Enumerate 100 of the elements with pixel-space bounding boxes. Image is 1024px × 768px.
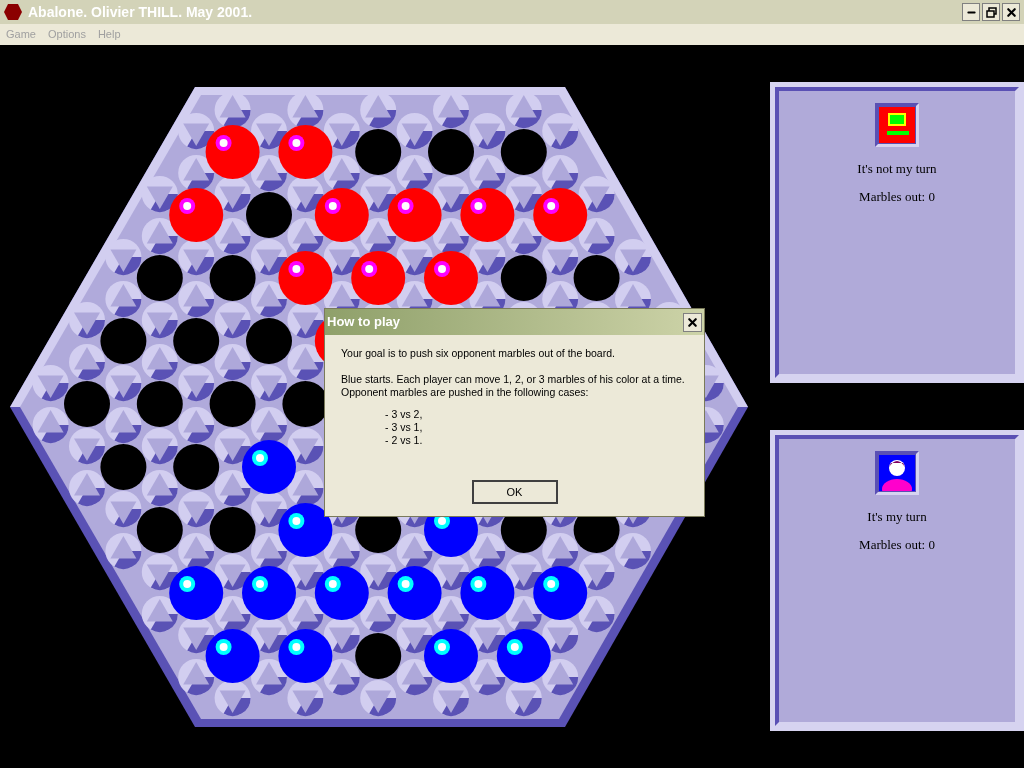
triangle-ornament-icon bbox=[105, 239, 142, 275]
triangle-ornament-icon bbox=[141, 344, 178, 380]
triangle-ornament-icon bbox=[214, 92, 251, 128]
triangle-ornament-icon bbox=[141, 554, 178, 590]
board-hole[interactable] bbox=[136, 381, 183, 427]
triangle-ornament-icon bbox=[542, 155, 579, 191]
board-hole[interactable] bbox=[173, 444, 220, 490]
board-hole[interactable] bbox=[355, 129, 402, 175]
marble[interactable] bbox=[351, 251, 406, 305]
turn-status: It's my turn bbox=[867, 508, 927, 526]
triangle-ornament-icon bbox=[178, 491, 215, 527]
marble[interactable] bbox=[242, 566, 296, 620]
instruction-text: Your goal is to push six opponent marbles out of the board. bbox=[341, 347, 616, 360]
marble[interactable] bbox=[387, 188, 442, 242]
triangle-ornament-icon bbox=[69, 344, 105, 380]
board-hole[interactable] bbox=[64, 381, 110, 427]
triangle-ornament-icon bbox=[141, 428, 178, 464]
close-button[interactable] bbox=[1002, 3, 1020, 21]
board-hole[interactable] bbox=[573, 255, 620, 301]
ok-button[interactable]: OK bbox=[471, 480, 558, 504]
marble[interactable] bbox=[424, 629, 478, 683]
board-hole[interactable] bbox=[100, 444, 147, 490]
triangle-ornament-icon bbox=[178, 281, 215, 317]
triangle-ornament-icon bbox=[105, 533, 142, 569]
dialog-title: How to play bbox=[327, 313, 400, 332]
board-hole[interactable] bbox=[100, 318, 147, 364]
board-hole[interactable] bbox=[136, 255, 183, 301]
triangle-ornament-icon bbox=[287, 680, 324, 716]
marble[interactable] bbox=[533, 188, 588, 242]
triangle-ornament-icon bbox=[505, 680, 542, 716]
marble[interactable] bbox=[169, 566, 224, 620]
marble[interactable] bbox=[278, 629, 333, 683]
marble[interactable] bbox=[460, 566, 515, 620]
board-hole[interactable] bbox=[246, 318, 292, 364]
marble[interactable] bbox=[314, 188, 369, 242]
triangle-ornament-icon bbox=[251, 407, 287, 443]
marble[interactable] bbox=[387, 566, 442, 620]
triangle-ornament-icon bbox=[141, 218, 178, 254]
triangle-ornament-icon bbox=[105, 407, 142, 443]
triangle-ornament-icon bbox=[141, 302, 178, 338]
triangle-ornament-icon bbox=[578, 554, 615, 590]
marble[interactable] bbox=[205, 125, 260, 179]
push-case: - 3 vs 2, bbox=[385, 408, 424, 421]
triangle-ornament-icon bbox=[69, 428, 105, 464]
triangle-ornament-icon bbox=[69, 470, 105, 506]
triangle-ornament-icon bbox=[178, 407, 215, 443]
marble[interactable] bbox=[278, 251, 333, 305]
triangle-ornament-icon bbox=[178, 365, 215, 401]
marble[interactable] bbox=[242, 440, 296, 494]
window-title: Abalone. Olivier THILL. May 2001. bbox=[28, 2, 253, 22]
board-hole[interactable] bbox=[209, 507, 256, 553]
board-hole[interactable] bbox=[209, 381, 256, 427]
push-case: - 3 vs 1, bbox=[385, 421, 424, 434]
triangle-ornament-icon bbox=[360, 92, 397, 128]
triangle-ornament-icon bbox=[542, 113, 579, 149]
triangle-ornament-icon bbox=[141, 176, 178, 212]
marble[interactable] bbox=[533, 566, 588, 620]
marble[interactable] bbox=[460, 188, 515, 242]
board-hole[interactable] bbox=[209, 255, 256, 301]
triangle-ornament-icon bbox=[542, 239, 579, 275]
marble[interactable] bbox=[424, 251, 478, 305]
marble[interactable] bbox=[278, 503, 333, 557]
triangle-ornament-icon bbox=[287, 92, 324, 128]
marble[interactable] bbox=[314, 566, 369, 620]
close-icon bbox=[1004, 5, 1018, 19]
turn-status: It's not my turn bbox=[857, 160, 937, 178]
triangle-ornament-icon bbox=[69, 302, 105, 338]
triangle-ornament-icon bbox=[469, 113, 506, 149]
triangle-ornament-icon bbox=[433, 92, 469, 128]
board-hole[interactable] bbox=[136, 507, 183, 553]
board-hole[interactable] bbox=[428, 129, 474, 175]
triangle-ornament-icon bbox=[578, 596, 615, 632]
triangle-ornament-icon bbox=[214, 344, 251, 380]
triangle-ornament-icon bbox=[396, 113, 433, 149]
triangle-ornament-icon bbox=[141, 470, 178, 506]
triangle-ornament-icon bbox=[542, 659, 579, 695]
triangle-ornament-icon bbox=[141, 596, 178, 632]
instruction-text: Blue starts. Each player can move 1, 2, or 3 marbles of his color at a time. Opponent marbles are pushed in the following cases: bbox=[341, 373, 686, 399]
triangle-ornament-icon bbox=[615, 533, 651, 569]
marble[interactable] bbox=[205, 629, 260, 683]
marble[interactable] bbox=[278, 125, 333, 179]
board-hole[interactable] bbox=[173, 318, 220, 364]
minimize-button[interactable] bbox=[962, 3, 980, 21]
marble[interactable] bbox=[169, 188, 224, 242]
marble[interactable] bbox=[496, 629, 551, 683]
dialog-close-button[interactable] bbox=[683, 312, 702, 332]
triangle-ornament-icon bbox=[505, 92, 542, 128]
triangle-ornament-icon bbox=[105, 491, 142, 527]
board-hole[interactable] bbox=[500, 129, 547, 175]
board-hole[interactable] bbox=[355, 633, 402, 679]
triangle-ornament-icon bbox=[105, 365, 142, 401]
triangle-ornament-icon bbox=[32, 365, 69, 401]
triangle-ornament-icon bbox=[105, 281, 142, 317]
restore-button[interactable] bbox=[982, 3, 1000, 21]
triangle-ornament-icon bbox=[178, 659, 215, 695]
marbles-out-count: Marbles out: 0 bbox=[859, 187, 935, 206]
board-hole[interactable] bbox=[246, 192, 292, 238]
close-icon bbox=[686, 315, 699, 329]
board-hole[interactable] bbox=[500, 255, 547, 301]
triangle-ornament-icon bbox=[287, 428, 324, 464]
